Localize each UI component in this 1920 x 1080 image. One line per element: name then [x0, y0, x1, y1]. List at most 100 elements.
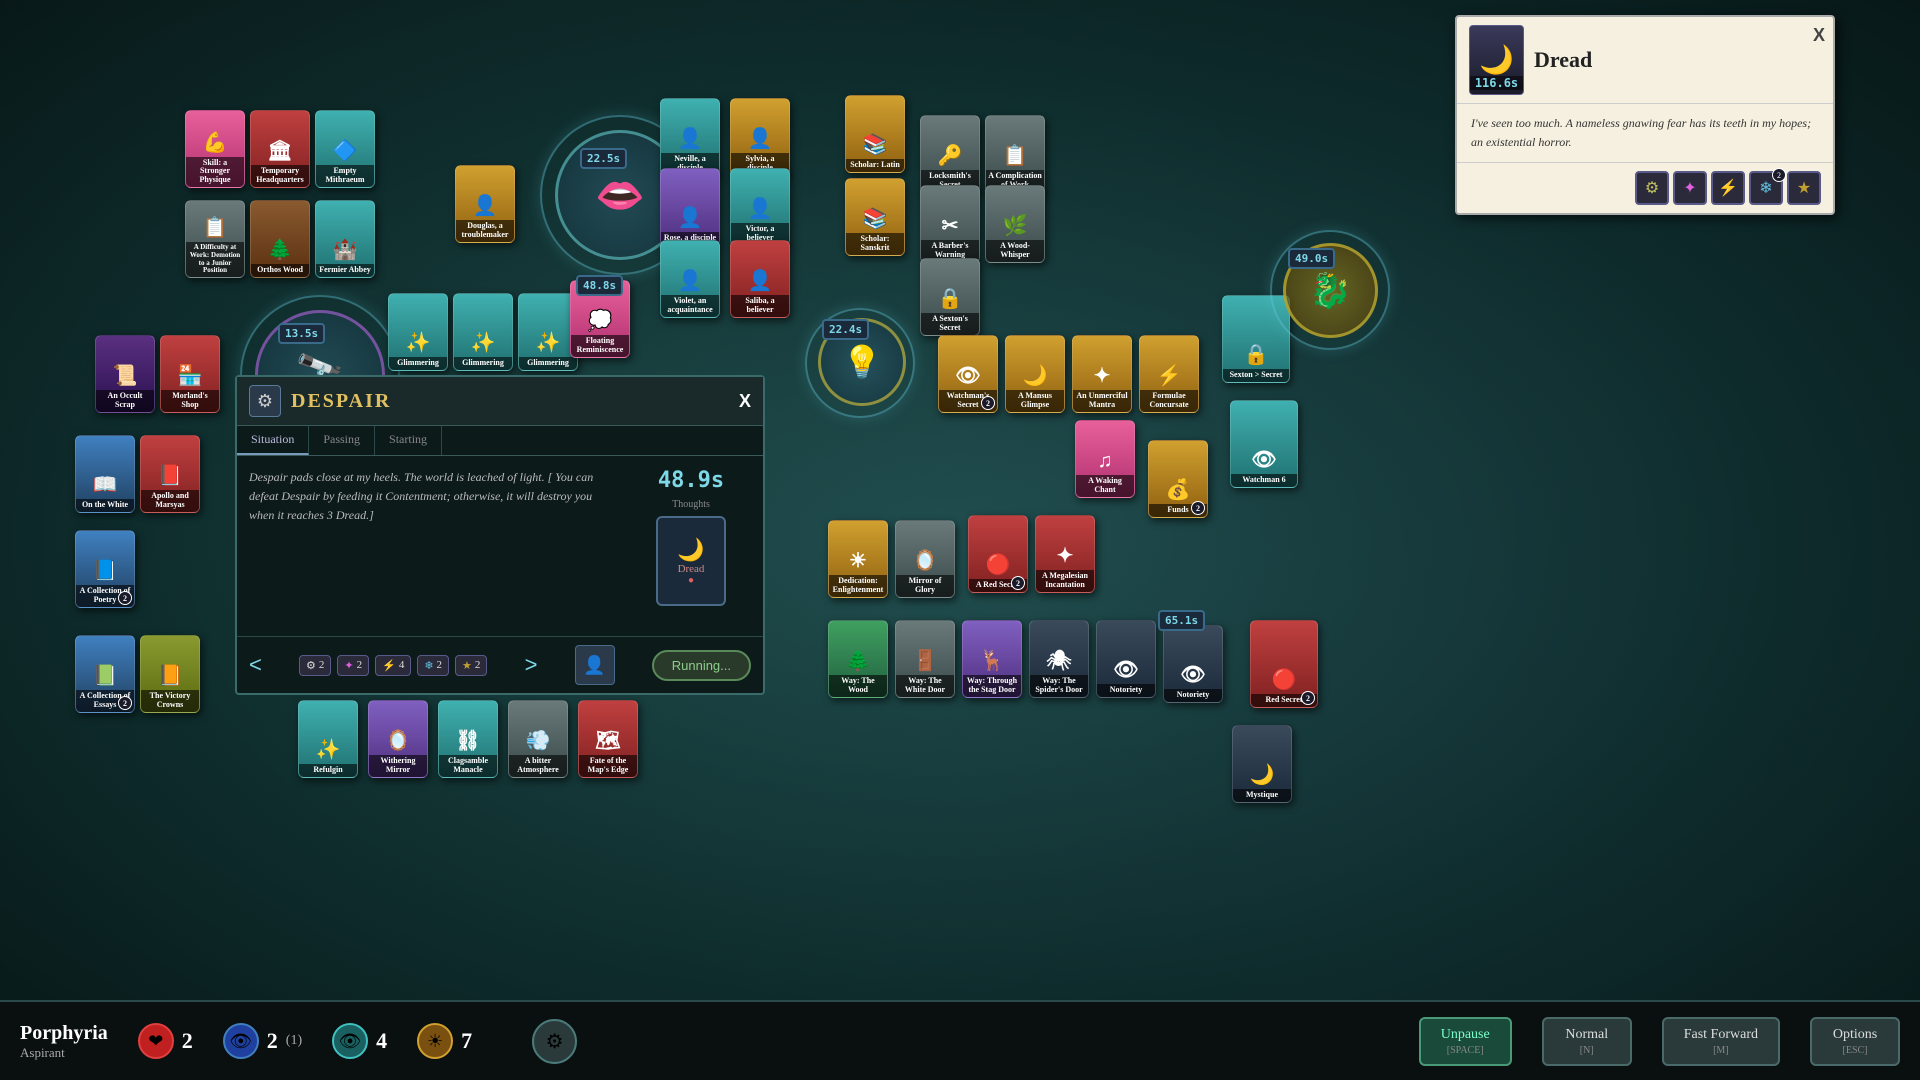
card-fate-maps-edge[interactable]: 🗺 Fate of the Map's Edge	[578, 700, 638, 778]
despair-slot-card[interactable]: 🌙 Dread ●	[656, 516, 726, 606]
card-withering-mirror[interactable]: 🪞 Withering Mirror	[368, 700, 428, 778]
resource-star-count: 2	[475, 659, 481, 671]
resource-star-icon: ★	[462, 659, 472, 672]
despair-next-button[interactable]: >	[525, 652, 538, 678]
card-way-spider[interactable]: 🕷 Way: The Spider's Door	[1029, 620, 1089, 698]
card-formulae[interactable]: ⚡ Formulae Concursate	[1139, 335, 1199, 413]
card-scholar-latin[interactable]: 📚 Scholar: Latin	[845, 95, 905, 173]
card-sextons-secret[interactable]: 🔒 A Sexton's Secret	[920, 258, 980, 336]
watchmans-count: 2	[981, 396, 995, 410]
despair-running-button[interactable]: Running...	[652, 650, 751, 681]
card-red-secret[interactable]: 🔴 A Red Secret 2	[968, 515, 1028, 593]
card-locksmiths[interactable]: 🔑 Locksmith's Secret	[920, 115, 980, 193]
timer-verb-1: 22.5s	[580, 148, 627, 169]
despair-prev-button[interactable]: <	[249, 652, 262, 678]
dread-close-button[interactable]: X	[1813, 25, 1825, 46]
card-saliba[interactable]: 👤 Saliba, a believer	[730, 240, 790, 318]
despair-dialog-icon: ⚙	[249, 385, 281, 417]
card-occult-scrap[interactable]: 📜 An Occult Scrap	[95, 335, 155, 413]
card-poetry[interactable]: 📘 A Collection of Poetry 2	[75, 530, 135, 608]
card-barbers[interactable]: ✂ A Barber's Warning	[920, 185, 980, 263]
resource-star: ★ 2	[455, 655, 487, 676]
resource-gear-count: 2	[319, 659, 325, 671]
card-temp-hq[interactable]: 🏛 Temporary Headquarters	[250, 110, 310, 188]
card-mystique[interactable]: 🌙 Mystique	[1232, 725, 1292, 803]
card-fermier-abbey[interactable]: 🏰 Fermier Abbey	[315, 200, 375, 278]
card-megalesian[interactable]: ✦ A Megalesian Incantation	[1035, 515, 1095, 593]
card-orthos-wood[interactable]: 🌲 Orthos Wood	[250, 200, 310, 278]
card-way-white-door[interactable]: 🚪 Way: The White Door	[895, 620, 955, 698]
red-secret-big-count: 2	[1301, 691, 1315, 705]
card-essays[interactable]: 📗 A Collection of Essays 2	[75, 635, 135, 713]
card-unmerciful-mantra[interactable]: ✦ An Unmerciful Mantra	[1072, 335, 1132, 413]
despair-portrait-slot: 👤	[575, 645, 615, 685]
card-way-stag-door[interactable]: 🦌 Way: Through the Stag Door	[962, 620, 1022, 698]
unpause-button[interactable]: Unpause [SPACE]	[1419, 1017, 1512, 1066]
resource-ice: ❄ 2	[417, 655, 449, 676]
health-icon: ❤	[138, 1023, 174, 1059]
fast-forward-button[interactable]: Fast Forward [M]	[1662, 1017, 1780, 1066]
card-apollo-marsyas[interactable]: 📕 Apollo and Marsyas	[140, 435, 200, 513]
card-clagsamble[interactable]: ⛓ Clagsamble Manacle	[438, 700, 498, 778]
card-bitter-atmosphere[interactable]: 💨 A bitter Atmosphere	[508, 700, 568, 778]
card-notoriety-2[interactable]: 👁 Notoriety	[1163, 625, 1223, 703]
dread-icon-passion: ✦	[1673, 171, 1707, 205]
tab-passing[interactable]: Passing	[309, 426, 375, 455]
card-watchman6[interactable]: 👁 Watchman 6	[1230, 400, 1298, 488]
card-scholar-sanskrit[interactable]: 📚 Scholar: Sanskrit	[845, 178, 905, 256]
despair-timer-label: Thoughts	[672, 499, 710, 510]
card-empty-mithraeum[interactable]: 🔷 Empty Mithraeum	[315, 110, 375, 188]
card-mansus-glimpse[interactable]: 🌙 A Mansus Glimpse	[1005, 335, 1065, 413]
card-red-secret-big[interactable]: 🔴 Red Secret 2	[1250, 620, 1318, 708]
funds-stat: ☀ 7	[417, 1023, 472, 1059]
passion-value: 2	[267, 1028, 278, 1054]
tab-situation[interactable]: Situation	[237, 426, 309, 455]
despair-card-label: Dread	[678, 563, 705, 575]
card-neville[interactable]: 👤 Neville, a disciple	[660, 98, 720, 176]
funds-count: 2	[1191, 501, 1205, 515]
passion-icon: 👁	[223, 1023, 259, 1059]
card-difficulty[interactable]: 📋 A Difficulty at Work: Demotion to a Ju…	[185, 200, 245, 278]
health-value: 2	[182, 1028, 193, 1054]
card-notoriety-1[interactable]: 👁 Notoriety	[1096, 620, 1156, 698]
player-name: Porphyria	[20, 1022, 108, 1045]
card-watchmans-secret[interactable]: 👁 Watchman's Secret 2	[938, 335, 998, 413]
card-victory-crowns[interactable]: 📙 The Victory Crowns	[140, 635, 200, 713]
card-dedication[interactable]: ☀ Dedication: Enlightenment	[828, 520, 888, 598]
card-wood-whisper[interactable]: 🌿 A Wood-Whisper	[985, 185, 1045, 263]
dread-icon-lightning: ⚡	[1711, 171, 1745, 205]
card-refulgin[interactable]: ✨ Refulgin	[298, 700, 358, 778]
card-skill-physique[interactable]: 💪 Skill: a Stronger Physique	[185, 110, 245, 188]
despair-footer: < ⚙ 2 ✦ 2 ⚡ 4 ❄ 2 ★	[237, 636, 763, 693]
card-sexton-big[interactable]: 🔒 Sexton > Secret	[1222, 295, 1290, 383]
card-glimmering-3[interactable]: ✨ Glimmering	[518, 293, 578, 371]
card-violet[interactable]: 👤 Violet, an acquaintance	[660, 240, 720, 318]
card-complication[interactable]: 📋 A Complication of Work	[985, 115, 1045, 193]
options-button[interactable]: Options [ESC]	[1810, 1017, 1900, 1066]
resource-gear: ⚙ 2	[299, 655, 331, 676]
tab-starting[interactable]: Starting	[375, 426, 442, 455]
despair-timer: 48.9s	[658, 468, 724, 493]
card-glimmering-1[interactable]: ✨ Glimmering	[388, 293, 448, 371]
card-victor[interactable]: 👤 Victor, a believer	[730, 168, 790, 246]
despair-card-indicator: ●	[688, 575, 694, 586]
card-mirror-glory[interactable]: 🪞 Mirror of Glory	[895, 520, 955, 598]
card-morlands-shop[interactable]: 🏪 Morland's Shop	[160, 335, 220, 413]
reason-value: 4	[376, 1028, 387, 1054]
card-sylvia[interactable]: 👤 Sylvia, a disciple	[730, 98, 790, 176]
card-douglas[interactable]: 👤 Douglas, a troublemaker	[455, 165, 515, 243]
dread-icon-passion-symbol: ✦	[1683, 178, 1696, 198]
card-waking-chant[interactable]: ♫ A Waking Chant	[1075, 420, 1135, 498]
normal-button[interactable]: Normal [N]	[1542, 1017, 1632, 1066]
dread-card-timer: 116.6s	[1470, 76, 1523, 90]
despair-title: DESPAIR	[291, 390, 729, 413]
status-bar: Porphyria Aspirant ❤ 2 👁 2 (1) 👁 4 ☀ 7 ⚙…	[0, 1000, 1920, 1080]
health-stat: ❤ 2	[138, 1023, 193, 1059]
card-glimmering-2[interactable]: ✨ Glimmering	[453, 293, 513, 371]
card-way-wood[interactable]: 🌲 Way: The Wood	[828, 620, 888, 698]
despair-close-button[interactable]: X	[739, 391, 751, 412]
despair-body: Despair pads close at my heels. The worl…	[237, 456, 763, 636]
card-rose[interactable]: 👤 Rose, a disciple	[660, 168, 720, 246]
card-on-the-white[interactable]: 📖 On the White	[75, 435, 135, 513]
card-funds[interactable]: 💰 Funds 2	[1148, 440, 1208, 518]
